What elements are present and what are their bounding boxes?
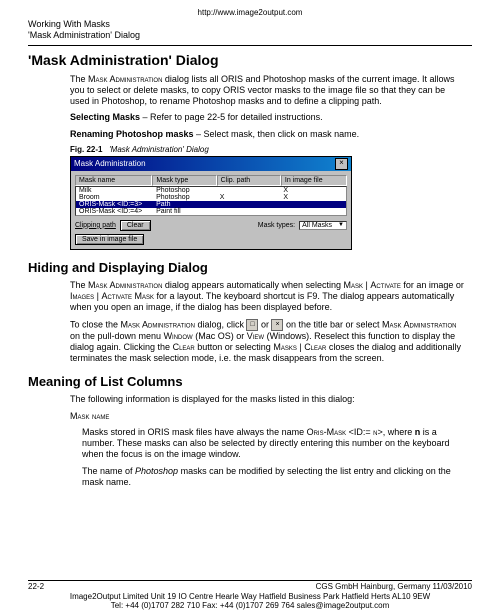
list-item[interactable]: Broom Photoshop X X [76, 194, 346, 201]
clipping-path-label: Clipping path [75, 222, 116, 229]
selecting-masks-line: Selecting Masks – Refer to page 22-5 for… [70, 112, 466, 123]
list-header: Mask name Mask type Clip. path In image … [75, 175, 347, 186]
mask-listbox[interactable]: Milk Photoshop X Broom Photoshop X X ORI… [75, 186, 347, 216]
save-in-image-button[interactable]: Save in image file [75, 234, 144, 245]
list-item[interactable]: ORIS-Mask <ID:=3> Path [76, 201, 346, 208]
header-line2: 'Mask Administration' Dialog [28, 30, 472, 41]
mask-types-dropdown[interactable]: All Masks▼ [299, 221, 347, 230]
close-icon[interactable]: × [335, 158, 348, 170]
meaning-p1: Masks stored in ORIS mask files have alw… [82, 427, 466, 461]
header-rule [28, 45, 472, 46]
mask-admin-dialog: Mask Administration × Mask name Mask typ… [70, 156, 352, 250]
page-title: 'Mask Administration' Dialog [28, 52, 472, 68]
figure-caption: Fig. 22-1 'Mask Administration' Dialog [70, 145, 466, 154]
mask-types-label: Mask types: [258, 222, 295, 229]
footer-address: Image2Output Limited Unit 19 IO Centre H… [28, 592, 472, 601]
running-header: Working With Masks 'Mask Administration'… [28, 19, 472, 41]
list-item[interactable]: ORIS-Mask <ID:=4> Paint fill [76, 208, 346, 215]
chevron-down-icon: ▼ [338, 222, 344, 228]
footer-contact: Tel: +44 (0)1707 282 710 Fax: +44 (0)170… [28, 601, 472, 610]
footer-center: CGS GmbH Hainburg, Germany 11/03/2010 [316, 582, 472, 591]
meaning-p2: The name of Photoshop masks can be modif… [82, 466, 466, 489]
mac-close-icon: □ [246, 319, 258, 331]
page-number: 22-2 [28, 582, 44, 591]
meaning-intro: The following information is displayed f… [70, 394, 466, 405]
clear-button[interactable]: Clear [120, 220, 151, 231]
intro-paragraph: The Mask Administration dialog lists all… [70, 74, 466, 108]
list-item[interactable]: Milk Photoshop X [76, 187, 346, 194]
renaming-masks-line: Renaming Photoshop masks – Select mask, … [70, 129, 466, 140]
header-line1: Working With Masks [28, 19, 472, 30]
win-close-icon: × [271, 319, 283, 331]
section-hiding: Hiding and Displaying Dialog [28, 260, 472, 275]
hide-p1: The Mask Administration dialog appears a… [70, 280, 466, 314]
hide-p2: To close the Mask Administration dialog,… [70, 319, 466, 365]
dialog-title: Mask Administration [74, 159, 146, 168]
page-url: http://www.image2output.com [28, 8, 472, 17]
dialog-titlebar[interactable]: Mask Administration × [71, 157, 351, 171]
section-meaning: Meaning of List Columns [28, 374, 472, 389]
page-footer: 22-2 CGS GmbH Hainburg, Germany 11/03/20… [28, 580, 472, 610]
mask-name-heading: Mask name [70, 411, 466, 422]
